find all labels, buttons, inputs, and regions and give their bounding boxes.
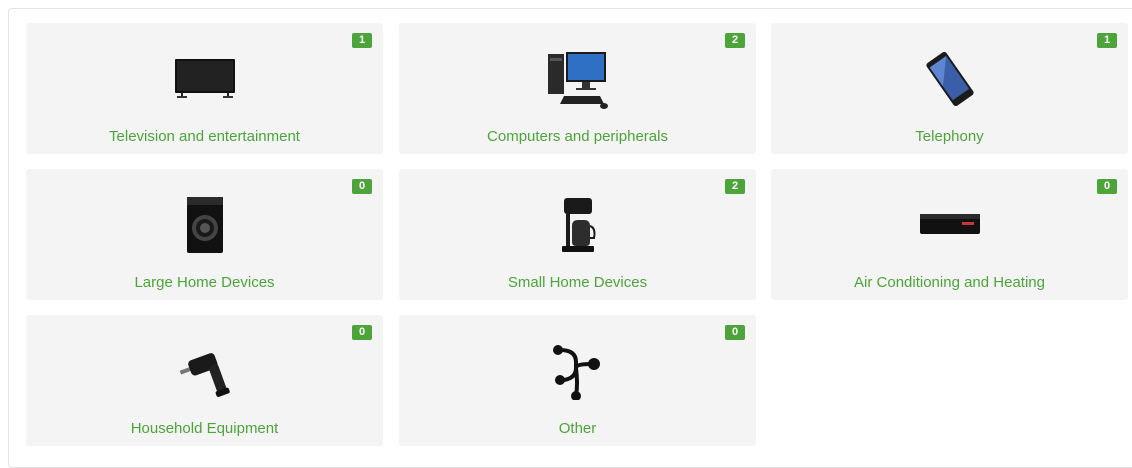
category-label: Small Home Devices [507,274,648,291]
category-card-computers[interactable]: 2 Computers and peripherals [399,23,756,154]
category-card-large-home-devices[interactable]: 0 Large Home Devices [26,169,383,300]
count-badge: 1 [352,33,372,48]
category-card-air-conditioning[interactable]: 0 Air Conditioning and Heating [771,169,1128,300]
air-conditioner-icon [914,193,986,257]
category-card-telephony[interactable]: 1 Telephony [771,23,1128,154]
category-label: Large Home Devices [134,274,275,291]
count-badge: 0 [352,325,372,340]
coffee-maker-icon [542,193,614,257]
computer-icon [542,47,614,111]
category-card-television[interactable]: 1 Television and entertainment [26,23,383,154]
count-badge: 2 [725,179,745,194]
category-label: Television and entertainment [109,128,300,145]
smartphone-icon [914,47,986,111]
count-badge: 1 [1097,33,1117,48]
count-badge: 0 [725,325,745,340]
television-icon [169,47,241,111]
category-label: Other [558,420,597,437]
category-label: Computers and peripherals [487,128,668,145]
branches-icon [542,339,614,403]
category-label: Telephony [915,128,984,145]
count-badge: 2 [725,33,745,48]
category-card-household-equipment[interactable]: 0 Household Equipment [26,315,383,446]
category-card-other[interactable]: 0 Other [399,315,756,446]
drill-icon [169,339,241,403]
count-badge: 0 [352,179,372,194]
category-label: Household Equipment [130,420,279,437]
count-badge: 0 [1097,179,1117,194]
washing-machine-icon [169,193,241,257]
category-label: Air Conditioning and Heating [854,274,1045,291]
category-card-small-home-devices[interactable]: 2 Small Home Devices [399,169,756,300]
